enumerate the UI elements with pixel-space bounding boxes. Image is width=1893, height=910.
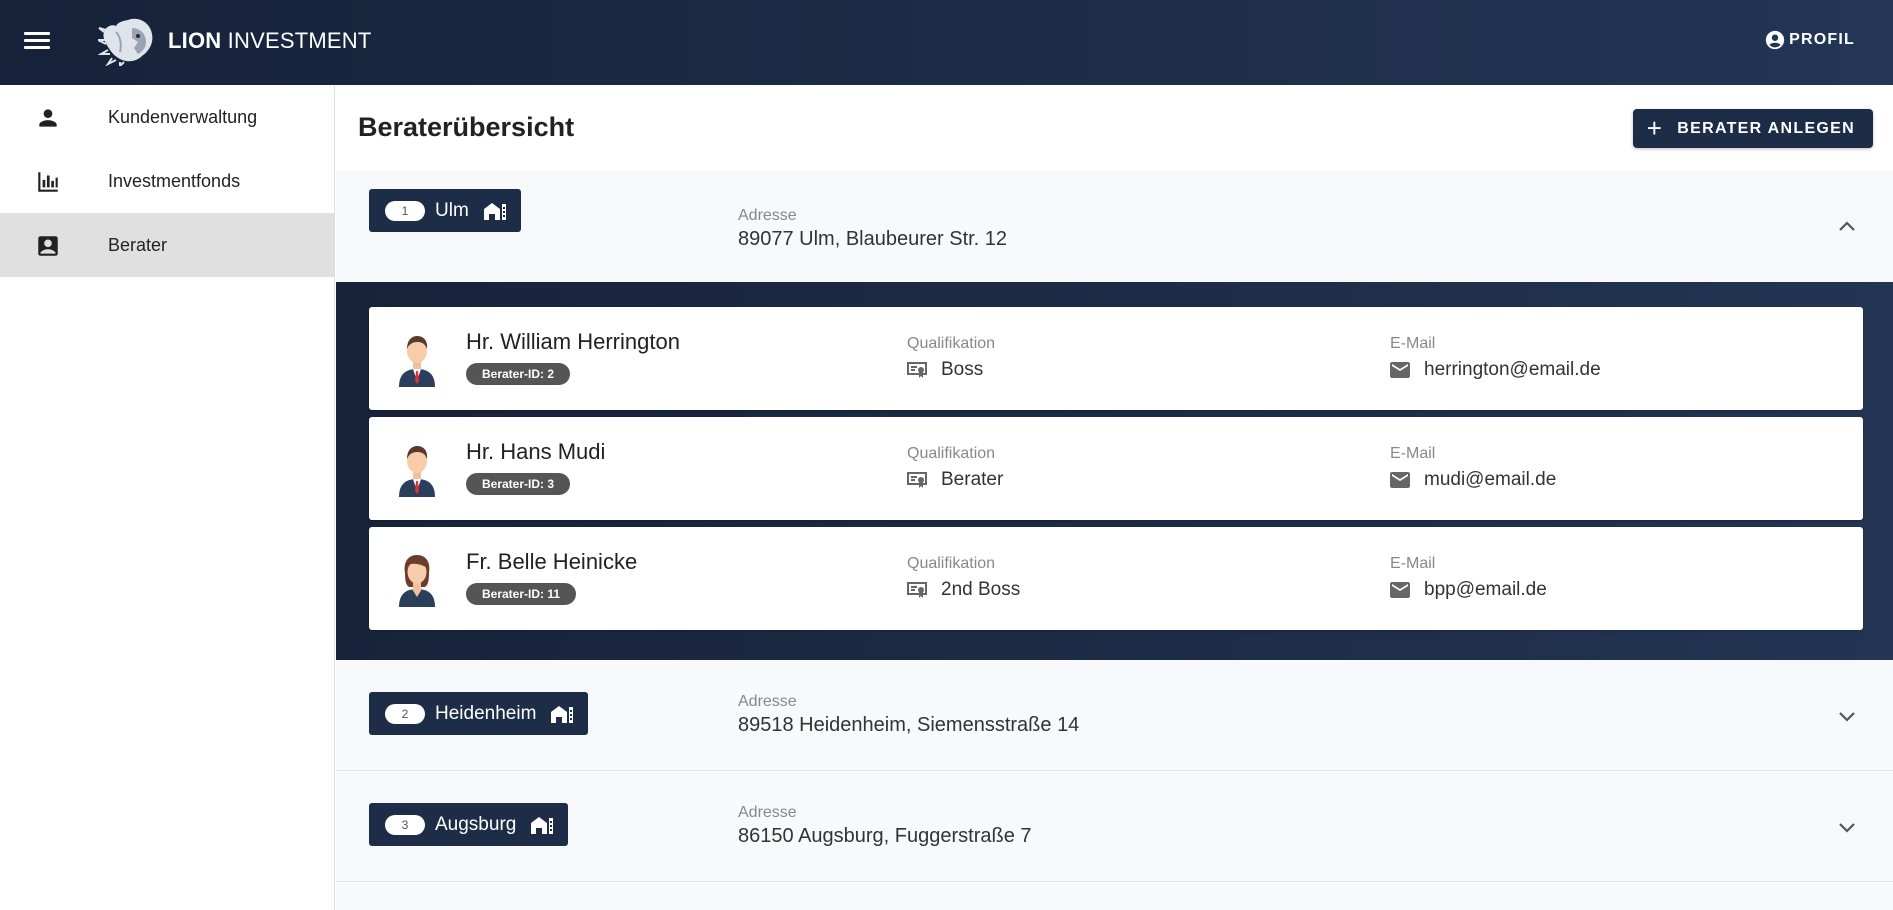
building-icon	[551, 705, 574, 723]
advisor-name: Fr. Belle Heinicke	[466, 549, 638, 574]
chevron-down-icon[interactable]	[1837, 709, 1857, 723]
branch-number: 3	[385, 814, 425, 835]
email-value: mudi@email.de	[1390, 469, 1556, 491]
advisor-card[interactable]: Hr. William Herrington Berater-ID: 2 Qua…	[369, 307, 1863, 410]
branch-chip: 3 Augsburg	[369, 803, 569, 846]
main-content: Beraterübersicht + BERATER ANLEGEN 1 Ulm…	[336, 85, 1893, 910]
branch-chip: 2 Heidenheim	[369, 692, 589, 735]
certificate-icon	[907, 472, 927, 488]
address-value: 89077 Ulm, Blaubeurer Str. 12	[738, 228, 1008, 250]
advisor-id-badge: Berater-ID: 2	[466, 363, 571, 385]
qualification-label: Qualifikation	[907, 445, 996, 462]
profile-button[interactable]: PROFIL	[1764, 29, 1855, 51]
mail-icon	[1390, 362, 1410, 378]
email-value: herrington@email.de	[1390, 359, 1601, 381]
lion-logo	[98, 18, 153, 66]
qualification-label: Qualifikation	[907, 335, 996, 352]
address-label: Adresse	[738, 693, 797, 710]
sidebar-item-label: Berater	[108, 234, 168, 255]
branch-panel-ulm[interactable]: 1 Ulm Adresse 89077 Ulm, Blaubeurer Str.…	[336, 171, 1893, 282]
qualification-label: Qualifikation	[907, 555, 996, 572]
profile-label: PROFIL	[1789, 31, 1855, 48]
building-icon	[483, 202, 506, 220]
bar-chart-icon	[38, 172, 58, 192]
qualification-value: Boss	[907, 359, 983, 381]
menu-icon[interactable]	[24, 30, 50, 52]
email-value: bpp@email.de	[1390, 579, 1547, 601]
sidebar-item-kundenverwaltung[interactable]: Kundenverwaltung	[0, 85, 334, 149]
qualification-value: Berater	[907, 469, 1003, 491]
sidebar-item-label: Investmentfonds	[108, 170, 241, 191]
address-label: Adresse	[738, 207, 797, 224]
page-header: Beraterübersicht + BERATER ANLEGEN	[336, 85, 1893, 171]
certificate-icon	[907, 582, 927, 598]
add-advisor-label: BERATER ANLEGEN	[1677, 119, 1855, 137]
sidebar-item-berater[interactable]: Berater	[0, 213, 334, 277]
sidebar: Kundenverwaltung Investmentfonds Berater	[0, 85, 335, 910]
male-avatar-icon	[399, 336, 435, 387]
branch-chip: 1 Ulm	[369, 189, 521, 232]
account-circle-icon	[1765, 30, 1785, 50]
mail-icon	[1390, 472, 1410, 488]
top-app-bar: LION INVESTMENT PROFIL	[0, 0, 1893, 85]
male-avatar-icon	[399, 446, 435, 497]
sidebar-item-investmentfonds[interactable]: Investmentfonds	[0, 149, 334, 213]
advisor-name: Hr. William Herrington	[466, 329, 680, 354]
advisor-card[interactable]: Hr. Hans Mudi Berater-ID: 3 Qualifikatio…	[369, 417, 1863, 520]
mail-icon	[1390, 582, 1410, 598]
page-title: Beraterübersicht	[358, 112, 575, 142]
sidebar-item-label: Kundenverwaltung	[108, 106, 258, 127]
address-label: Adresse	[738, 804, 797, 821]
branch-name: Heidenheim	[435, 702, 537, 724]
plus-icon: +	[1646, 112, 1664, 143]
brand-name: LION INVESTMENT	[168, 28, 372, 53]
branch-name: Ulm	[435, 199, 469, 221]
chevron-down-icon[interactable]	[1837, 820, 1857, 834]
email-label: E-Mail	[1390, 445, 1436, 462]
address-value: 89518 Heidenheim, Siemensstraße 14	[738, 714, 1080, 736]
branch-number: 2	[385, 703, 425, 724]
advisor-name: Hr. Hans Mudi	[466, 439, 606, 464]
advisor-id-badge: Berater-ID: 3	[466, 473, 571, 495]
certificate-icon	[907, 362, 927, 378]
advisor-list: Hr. William Herrington Berater-ID: 2 Qua…	[336, 282, 1893, 660]
branch-number: 1	[385, 200, 425, 221]
branch-name: Augsburg	[435, 813, 517, 835]
email-label: E-Mail	[1390, 555, 1436, 572]
branch-panel-augsburg[interactable]: 3 Augsburg Adresse 86150 Augsburg, Fugge…	[336, 771, 1893, 882]
qualification-value: 2nd Boss	[907, 579, 1020, 601]
chevron-up-icon[interactable]	[1837, 219, 1857, 233]
add-advisor-button[interactable]: + BERATER ANLEGEN	[1632, 109, 1873, 148]
advisor-id-badge: Berater-ID: 11	[466, 583, 577, 605]
contact-card-icon	[38, 236, 58, 256]
email-label: E-Mail	[1390, 335, 1436, 352]
advisor-card[interactable]: Fr. Belle Heinicke Berater-ID: 11 Qualif…	[369, 527, 1863, 630]
address-value: 86150 Augsburg, Fuggerstraße 7	[738, 825, 1032, 847]
female-avatar-icon	[399, 555, 435, 607]
branch-panel-heidenheim[interactable]: 2 Heidenheim Adresse 89518 Heidenheim, S…	[336, 660, 1893, 771]
building-icon	[531, 816, 554, 834]
person-icon	[39, 109, 57, 127]
